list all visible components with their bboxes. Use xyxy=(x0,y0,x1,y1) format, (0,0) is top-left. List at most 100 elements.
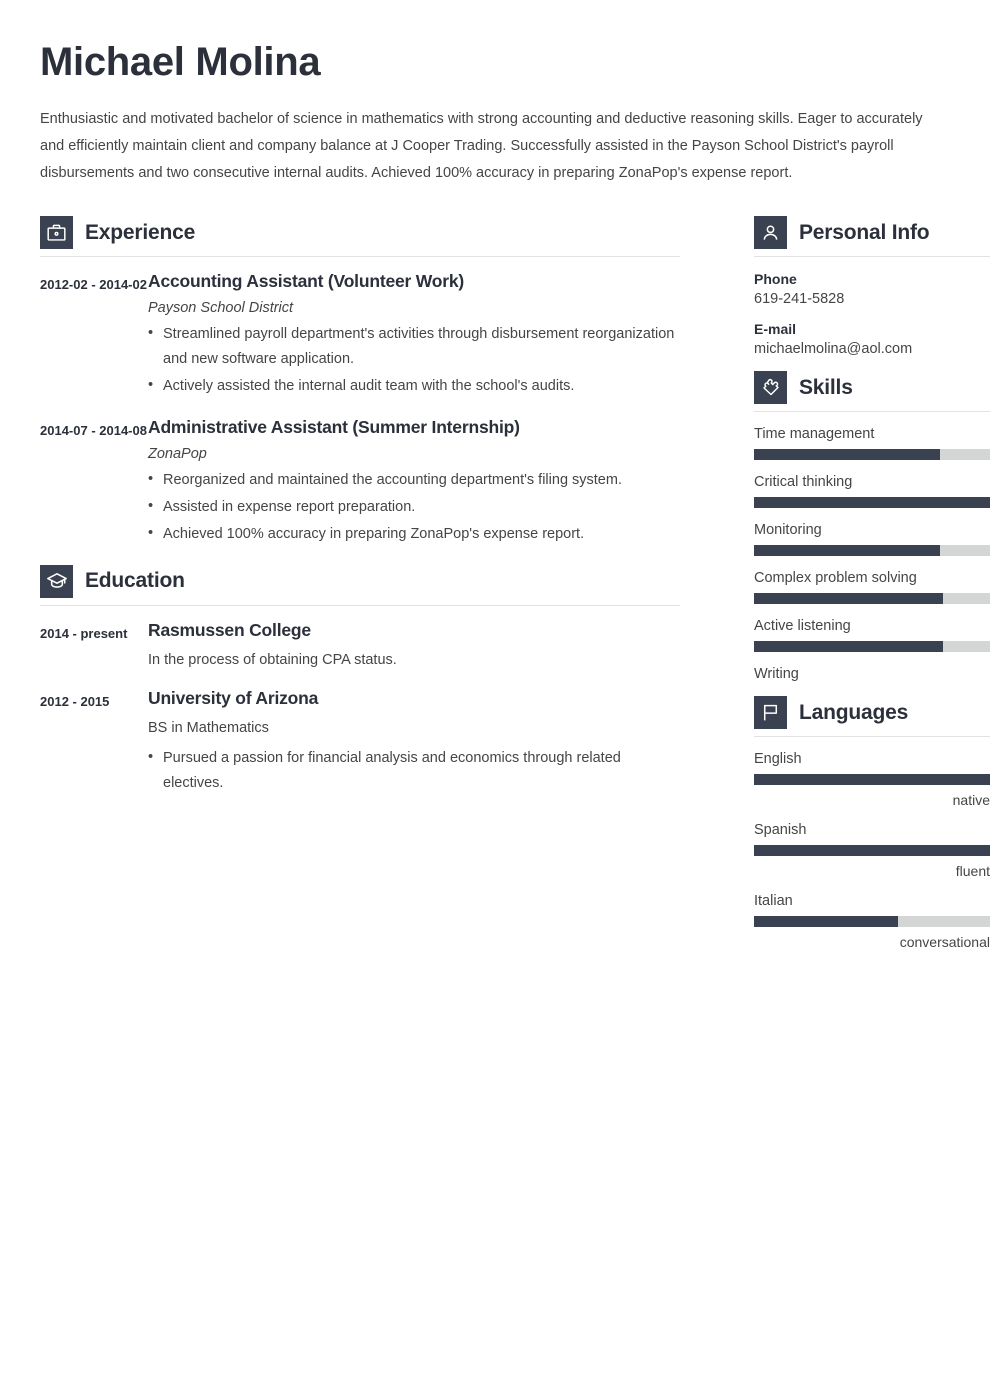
language-level: fluent xyxy=(955,863,990,880)
education-section-header: Education xyxy=(40,564,680,605)
entry-dates: 2012-02 - 2014-02 xyxy=(40,277,147,293)
languages-section-header: Languages xyxy=(754,696,990,736)
personal-info-section-header: Personal Info xyxy=(754,216,990,256)
skill-bar-fill xyxy=(754,641,943,653)
candidate-name: Michael Molina xyxy=(40,40,321,84)
experience-entry: 2014-07 - 2014-08 Administrative Assista… xyxy=(40,417,680,549)
skill-bar-fill xyxy=(754,449,941,461)
list-item: Actively assisted the internal audit tea… xyxy=(148,373,680,399)
education-section-title: Education xyxy=(85,569,185,593)
skill-name: Monitoring xyxy=(754,522,822,539)
language-bar-fill xyxy=(754,845,990,857)
resume-page: Michael Molina Enthusiastic and motivate… xyxy=(0,0,990,1400)
languages-section-title: Languages xyxy=(799,700,909,724)
language-bar-fill xyxy=(754,916,898,928)
education-entry: 2012 - 2015 University of Arizona BS in … xyxy=(40,688,680,798)
entry-dates: 2014-07 - 2014-08 xyxy=(40,423,147,439)
language-level: native xyxy=(952,792,990,809)
personal-info-field: E-mail michaelmolina@aol.com xyxy=(754,321,990,357)
skill-name: Time management xyxy=(754,426,875,443)
language-bar-track xyxy=(754,916,990,928)
skill-item: Complex problem solving xyxy=(754,570,990,605)
entry-dates: 2012 - 2015 xyxy=(40,693,110,709)
entry-body: Administrative Assistant (Summer Interns… xyxy=(148,417,680,549)
language-name: English xyxy=(754,751,802,768)
entry-body: University of Arizona BS in Mathematics … xyxy=(148,688,680,798)
language-bar-fill xyxy=(754,774,990,786)
language-level: conversational xyxy=(899,934,990,951)
language-item: Italian conversational xyxy=(754,893,990,950)
skill-name: Critical thinking xyxy=(754,474,853,491)
entry-organization: Payson School District xyxy=(148,300,294,317)
personal-info-field: Phone 619-241-5828 xyxy=(754,271,990,307)
graduation-cap-icon xyxy=(40,564,73,598)
experience-section-title: Experience xyxy=(85,220,196,244)
language-item: Spanish fluent xyxy=(754,822,990,879)
skill-bar-track xyxy=(754,593,990,605)
list-item: Assisted in expense report preparation. xyxy=(148,494,680,520)
skills-section-header: Skills xyxy=(754,371,990,411)
language-bar-track xyxy=(754,774,990,786)
skill-bar-fill xyxy=(754,593,943,605)
skill-item: Time management xyxy=(754,426,990,461)
entry-title: Rasmussen College xyxy=(148,619,311,640)
entry-note: BS in Mathematics xyxy=(148,719,269,736)
skills-section-title: Skills xyxy=(799,375,853,399)
skill-bar-track xyxy=(754,449,990,461)
experience-divider xyxy=(40,256,680,258)
entry-organization: ZonaPop xyxy=(148,446,207,462)
skill-bar-track xyxy=(754,545,990,557)
experience-entry: 2012-02 - 2014-02 Accounting Assistant (… xyxy=(40,271,680,401)
personal-info-section-title: Personal Info xyxy=(799,220,930,244)
language-name: Spanish xyxy=(754,822,807,839)
list-item: Streamlined payroll department's activit… xyxy=(148,321,680,372)
list-item: Pursued a passion for financial analysis… xyxy=(148,745,680,796)
entry-bullets: Streamlined payroll department's activit… xyxy=(148,321,680,399)
personal-info-divider xyxy=(754,256,990,258)
languages-section: Languages English native Spanish fluent xyxy=(754,696,990,950)
entry-bullets: Pursued a passion for financial analysis… xyxy=(148,745,680,796)
skill-item: Critical thinking xyxy=(754,474,990,509)
education-section: Education 2014 - present Rasmussen Colle… xyxy=(40,564,680,798)
education-divider xyxy=(40,604,680,606)
field-label: Phone xyxy=(754,271,797,288)
resume-header: Michael Molina Enthusiastic and motivate… xyxy=(40,40,950,186)
skills-section: Skills Time management Critical thinking xyxy=(754,371,990,682)
briefcase-icon xyxy=(40,216,73,250)
entry-body: Rasmussen College In the process of obta… xyxy=(148,620,680,672)
skill-bar-track xyxy=(754,641,990,653)
language-name: Italian xyxy=(754,893,793,910)
experience-section: Experience 2012-02 - 2014-02 Accounting … xyxy=(40,216,680,548)
language-bar-track xyxy=(754,845,990,857)
entry-dates: 2014 - present xyxy=(40,625,128,641)
experience-section-header: Experience xyxy=(40,216,680,256)
entry-title: Administrative Assistant (Summer Interns… xyxy=(148,417,520,438)
skill-name: Complex problem solving xyxy=(754,570,917,587)
skill-item: Active listening xyxy=(754,618,990,653)
email-value: michaelmolina@aol.com xyxy=(754,341,913,358)
professional-summary: Enthusiastic and motivated bachelor of s… xyxy=(40,111,923,181)
skill-bar-fill xyxy=(754,545,941,557)
resume-columns: Experience 2012-02 - 2014-02 Accounting … xyxy=(40,216,990,964)
languages-divider xyxy=(754,736,990,738)
entry-title: University of Arizona xyxy=(148,687,319,708)
skill-name: Writing xyxy=(754,666,799,683)
phone-value: 619-241-5828 xyxy=(754,291,845,308)
skill-bar-fill xyxy=(754,497,990,509)
entry-body: Accounting Assistant (Volunteer Work) Pa… xyxy=(148,271,680,401)
skills-divider xyxy=(754,411,990,413)
person-icon xyxy=(754,216,787,250)
side-column: Personal Info Phone 619-241-5828 E-mail … xyxy=(754,216,990,964)
skill-bar-track xyxy=(754,497,990,509)
main-column: Experience 2012-02 - 2014-02 Accounting … xyxy=(40,216,680,813)
entry-bullets: Reorganized and maintained the accountin… xyxy=(148,467,680,547)
entry-note: In the process of obtaining CPA status. xyxy=(148,651,397,668)
education-entry: 2014 - present Rasmussen College In the … xyxy=(40,620,680,672)
list-item: Reorganized and maintained the accountin… xyxy=(148,467,680,493)
skill-item: Monitoring xyxy=(754,522,990,557)
personal-info-section: Personal Info Phone 619-241-5828 E-mail … xyxy=(754,216,990,357)
skill-item: Writing xyxy=(754,666,990,682)
field-label: E-mail xyxy=(754,321,797,338)
flag-icon xyxy=(754,696,787,730)
list-item: Achieved 100% accuracy in preparing Zona… xyxy=(148,521,680,547)
